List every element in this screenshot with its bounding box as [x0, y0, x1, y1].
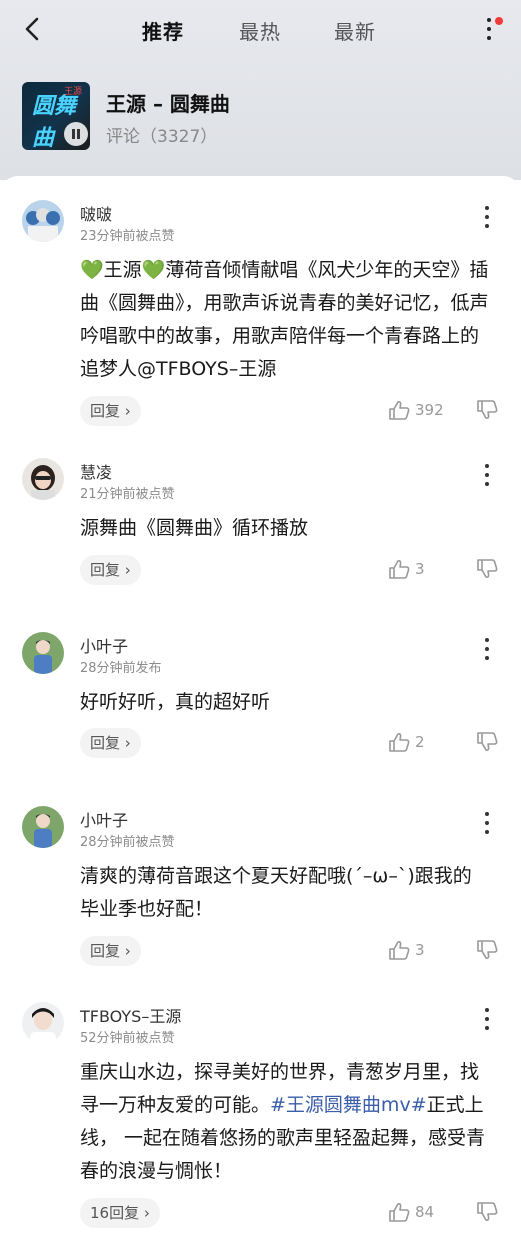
album-cover[interactable]: 圆舞曲 王源: [22, 82, 90, 150]
comment-time: 23分钟前被点赞: [80, 229, 175, 244]
avatar[interactable]: [22, 458, 64, 500]
comment-more-icon[interactable]: [480, 636, 494, 662]
reply-button[interactable]: 回复 ›: [80, 396, 141, 426]
username[interactable]: 小叶子: [80, 633, 128, 657]
comment-more-icon[interactable]: [480, 462, 494, 488]
comment-text: 重庆山水边，探寻美好的世界，青葱岁月里，找寻一万种友爱的可能。#王源圆舞曲mv#…: [80, 1056, 490, 1188]
reply-label: 16回复: [90, 1204, 140, 1222]
username[interactable]: 慧凌: [80, 459, 112, 483]
hashtag-link[interactable]: #王源圆舞曲mv#: [270, 1094, 427, 1116]
reply-button[interactable]: 回复 ›: [80, 555, 141, 585]
username[interactable]: 啵啵: [80, 201, 112, 225]
thumbs-up-icon: [389, 560, 410, 579]
comments-panel: 啵啵 23分钟前被点赞 💚王源💚薄荷音倾情献唱《风犬少年的天空》插曲《圆舞曲》，…: [0, 176, 521, 1248]
thumbs-up-icon: [389, 941, 410, 960]
comment-count: 评论（3327）: [106, 127, 218, 147]
like-count: 3: [415, 560, 425, 578]
comment-time: 28分钟前被点赞: [80, 835, 175, 850]
like-button[interactable]: 84: [388, 1200, 458, 1226]
cover-signature: 王源: [64, 87, 83, 97]
like-button[interactable]: 392: [388, 398, 458, 424]
like-button[interactable]: 2: [388, 730, 458, 756]
song-header[interactable]: 圆舞曲 王源 王源 – 圆舞曲 评论（3327）: [22, 82, 502, 152]
thumbs-up-icon: [389, 733, 410, 752]
username[interactable]: 小叶子: [80, 807, 128, 831]
thumbs-down-icon[interactable]: [476, 940, 500, 964]
avatar[interactable]: [22, 806, 64, 848]
like-count: 84: [415, 1203, 435, 1221]
comment-text: 💚王源💚薄荷音倾情献唱《风犬少年的天空》插曲《圆舞曲》，用歌声诉说青春的美好记忆…: [80, 259, 489, 380]
like-count: 3: [415, 941, 425, 959]
pause-icon[interactable]: [64, 122, 88, 146]
reply-label: 回复: [90, 561, 121, 579]
comment-text: 源舞曲《圆舞曲》循环播放: [80, 517, 309, 539]
top-bar: 推荐 最热 最新: [0, 0, 521, 58]
like-count: 392: [415, 401, 444, 419]
comment-text: 清爽的薄荷音跟这个夏天好配哦(´–ω–`)跟我的毕业季也好配！: [80, 865, 472, 920]
notification-dot: [495, 17, 503, 25]
comment-text: 好听好听，真的超好听: [80, 691, 271, 713]
like-button[interactable]: 3: [388, 938, 458, 964]
reply-label: 回复: [90, 942, 121, 960]
avatar[interactable]: [22, 1002, 64, 1044]
username[interactable]: TFBOYS–王源: [80, 1003, 181, 1027]
song-title: 王源 – 圆舞曲: [106, 92, 230, 116]
thumbs-up-icon: [389, 401, 410, 420]
tab-hottest[interactable]: 最热: [239, 16, 281, 45]
reply-button[interactable]: 回复 ›: [80, 936, 141, 966]
like-count: 2: [415, 733, 425, 751]
comment-more-icon[interactable]: [480, 810, 494, 836]
reply-label: 回复: [90, 402, 121, 420]
thumbs-down-icon[interactable]: [476, 400, 500, 424]
tab-bar: 推荐 最热 最新: [0, 16, 521, 46]
thumbs-down-icon[interactable]: [476, 732, 500, 756]
tab-newest[interactable]: 最新: [334, 16, 376, 45]
thumbs-up-icon: [389, 1203, 410, 1222]
comment-time: 28分钟前发布: [80, 661, 162, 676]
reply-button[interactable]: 16回复 ›: [80, 1198, 160, 1228]
thumbs-down-icon[interactable]: [476, 559, 500, 583]
comment-more-icon[interactable]: [480, 204, 494, 230]
comment-more-icon[interactable]: [480, 1006, 494, 1032]
avatar[interactable]: [22, 632, 64, 674]
tab-recommended[interactable]: 推荐: [142, 16, 184, 45]
like-button[interactable]: 3: [388, 557, 458, 583]
avatar[interactable]: [22, 200, 64, 242]
comment-time: 52分钟前被点赞: [80, 1031, 175, 1046]
reply-label: 回复: [90, 734, 121, 752]
thumbs-down-icon[interactable]: [476, 1202, 500, 1226]
comment-time: 21分钟前被点赞: [80, 487, 175, 502]
reply-button[interactable]: 回复 ›: [80, 728, 141, 758]
